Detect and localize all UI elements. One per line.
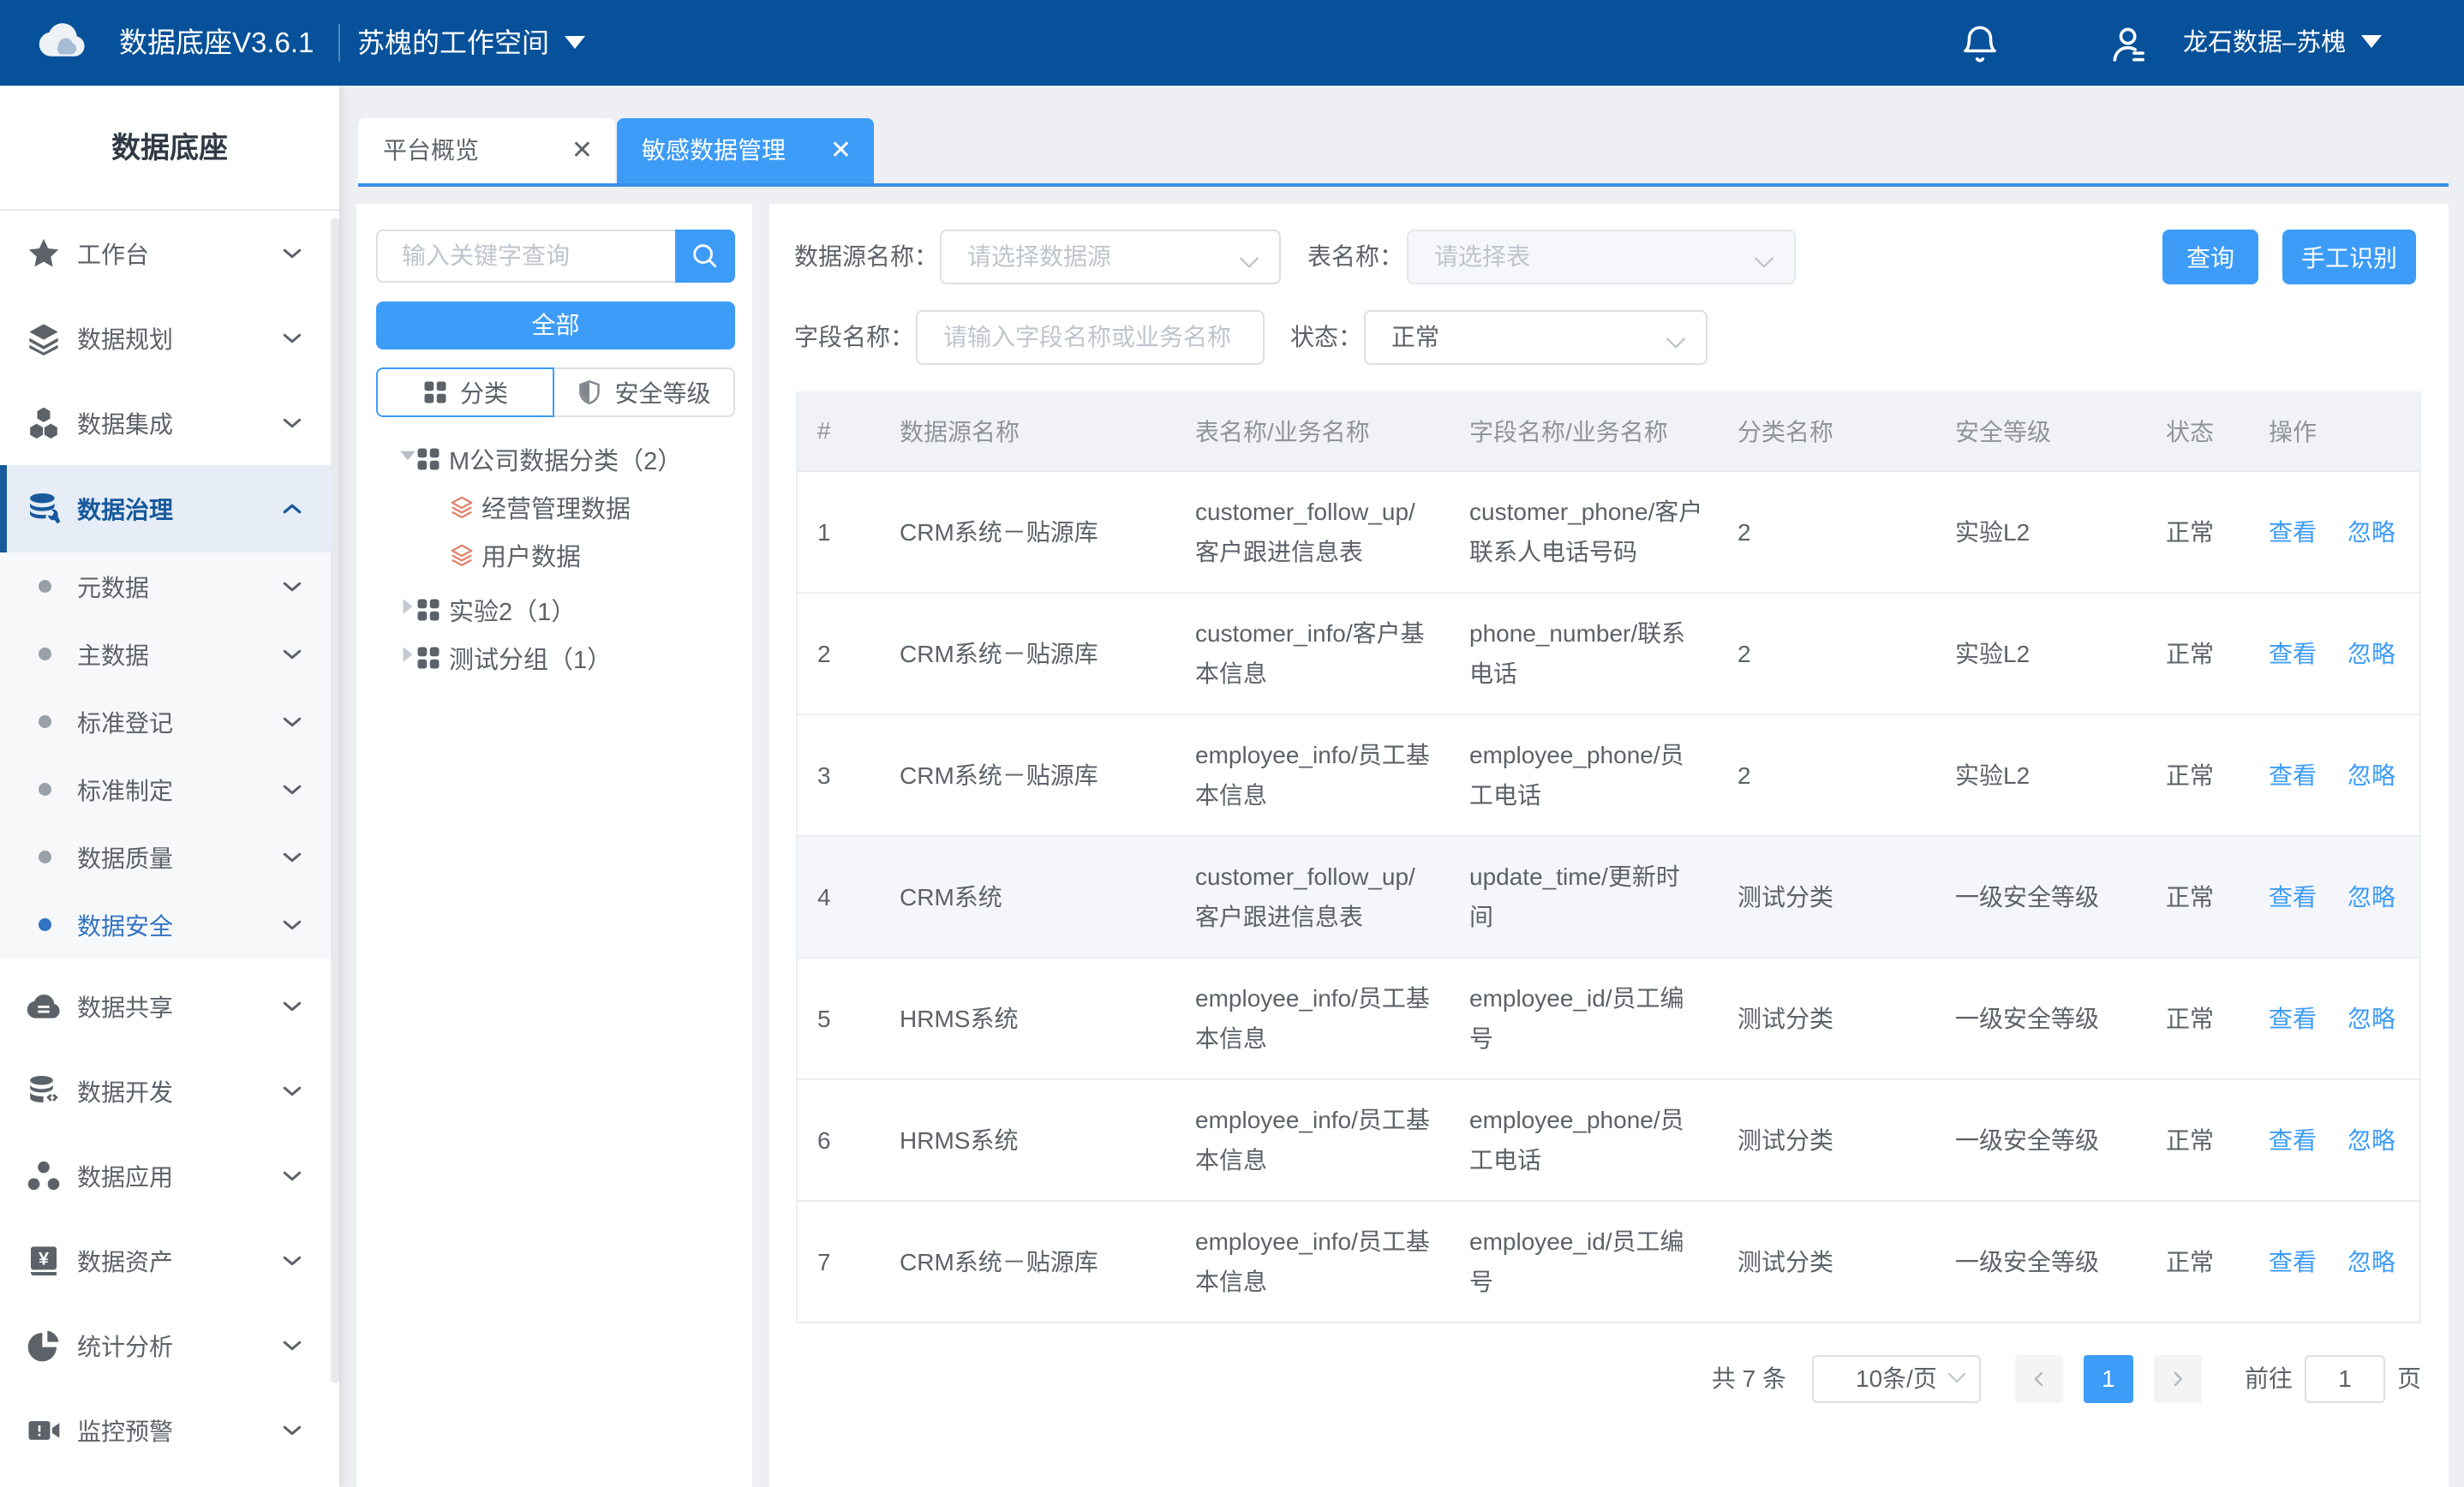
svg-text:¥: ¥ bbox=[39, 1247, 49, 1269]
